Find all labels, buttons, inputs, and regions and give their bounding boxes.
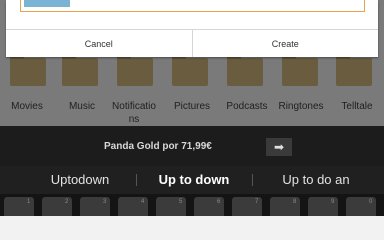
folder-label-music[interactable]: Music [57, 100, 107, 113]
folder-label-podcasts[interactable]: Podcasts [222, 100, 272, 113]
folder-label-notifications[interactable]: Notifications [110, 100, 164, 126]
suggestion-3[interactable]: Up to do an [258, 172, 374, 187]
folder-icon[interactable] [282, 55, 318, 86]
suggestion-divider [136, 174, 137, 186]
key-hint: 4 [141, 199, 145, 205]
folder-icon[interactable] [10, 55, 46, 86]
folder-label-ringtones-text: Ringtones [278, 101, 324, 112]
folder-icon[interactable] [336, 55, 372, 86]
folder-icon[interactable] [227, 55, 263, 86]
key-hint: 6 [217, 199, 221, 205]
folder-name-input[interactable] [20, 0, 365, 12]
folder-label-ringtones[interactable]: Ringtones [278, 100, 326, 113]
key-hint: 5 [179, 199, 183, 205]
folder-icon[interactable] [62, 55, 98, 86]
folder-label-movies[interactable]: Movies [2, 100, 52, 113]
create-folder-dialog: Cancel Create [6, 0, 378, 57]
key-hint: 1 [27, 199, 31, 205]
folder-label-telltale[interactable]: Telltale [332, 100, 382, 113]
ad-text[interactable]: Panda Gold por 71,99€ [104, 141, 212, 152]
cancel-button[interactable]: Cancel [6, 30, 192, 57]
key-hint: 8 [293, 199, 297, 205]
folder-label-notifications-text: Notifications [112, 101, 156, 125]
folder-label-pictures[interactable]: Pictures [167, 100, 217, 113]
key-hint: 0 [369, 199, 373, 205]
create-button[interactable]: Create [191, 30, 379, 57]
suggestion-divider [252, 174, 253, 186]
suggestion-1[interactable]: Uptodown [34, 172, 126, 187]
suggestion-2[interactable]: Up to down [146, 172, 242, 187]
arrow-right-icon[interactable]: ➡ [266, 138, 292, 156]
folder-icon[interactable] [172, 55, 208, 86]
key-hint: 3 [103, 199, 107, 205]
text-selection-highlight [24, 0, 70, 7]
key-hint: 9 [331, 199, 335, 205]
dialog-button-bar: Cancel Create [6, 29, 378, 57]
folder-icon[interactable] [117, 55, 153, 86]
key-hint: 2 [65, 199, 69, 205]
key-hint: 7 [255, 199, 259, 205]
